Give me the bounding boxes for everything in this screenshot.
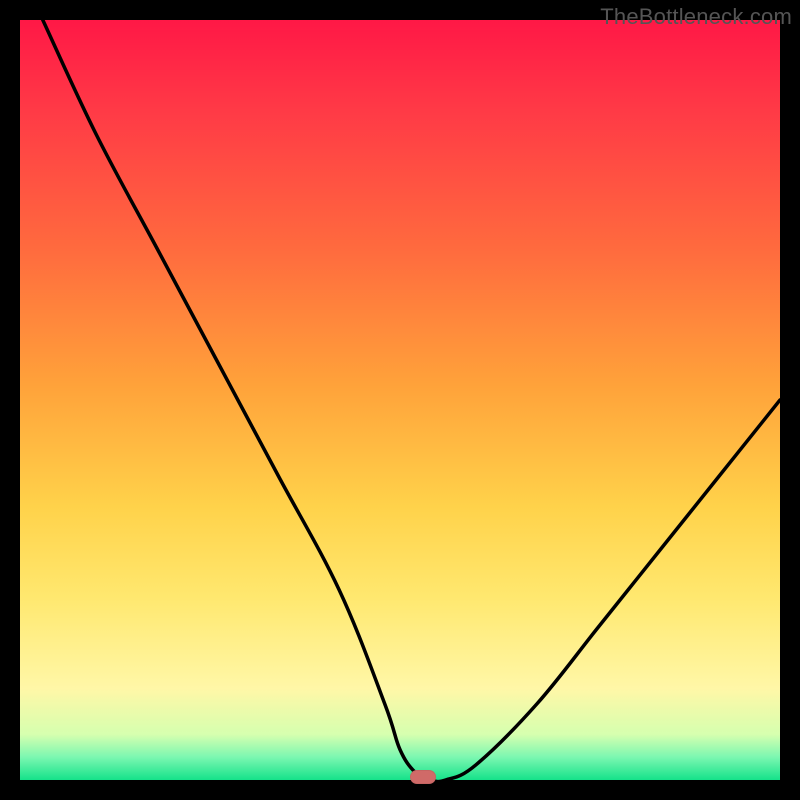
chart-frame: TheBottleneck.com [0, 0, 800, 800]
bottleneck-curve [20, 20, 780, 780]
curve-path [43, 20, 780, 780]
plot-area [20, 20, 780, 780]
watermark-text: TheBottleneck.com [600, 4, 792, 30]
optimum-marker [410, 770, 436, 784]
